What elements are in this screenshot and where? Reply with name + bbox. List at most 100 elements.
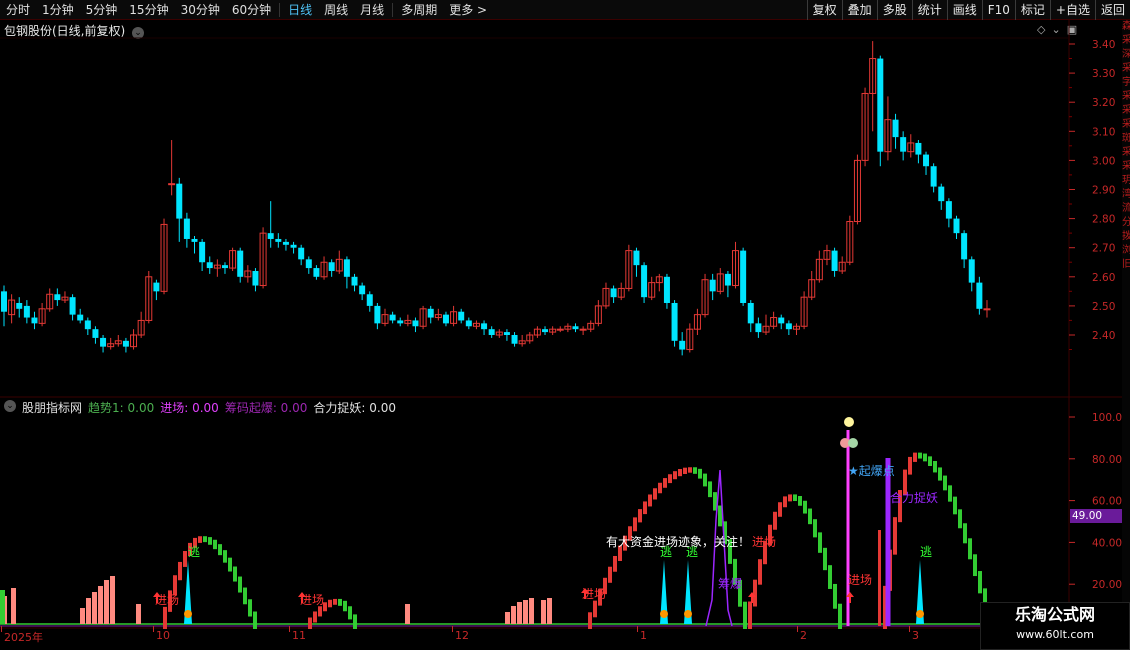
strip-char: 采 (1122, 119, 1130, 130)
price-axis-label: 2.40 (1092, 330, 1115, 342)
annotation-text: 逃 (188, 545, 200, 559)
indicator-axis-label: 40.00 (1092, 537, 1122, 549)
red-column (878, 530, 881, 626)
trend-segment (718, 505, 722, 527)
volume-bar (136, 604, 141, 624)
price-axis-label: 3.20 (1092, 97, 1115, 109)
candle-body-down (679, 340, 686, 350)
candle-body-down (458, 311, 465, 321)
candle-body-down (542, 329, 549, 333)
trend-segment (798, 496, 802, 506)
candle-body-down (938, 186, 945, 202)
annotation-text: 进场 (752, 535, 776, 549)
candle-body-down (290, 244, 297, 248)
candle-body-down (945, 201, 952, 219)
volume-bar (511, 606, 516, 624)
trend-segment (953, 496, 957, 515)
volume-bar (405, 604, 410, 624)
strip-char: 采 (1122, 63, 1130, 74)
price-axis-label: 2.80 (1092, 214, 1115, 226)
candle-body-down (183, 218, 190, 239)
candle-body-down (100, 337, 107, 347)
candle-body-down (503, 332, 510, 335)
volume-bar (110, 576, 115, 624)
ball-icon (848, 438, 858, 448)
trend-segment (978, 571, 982, 594)
trend-segment (933, 461, 937, 473)
candle-body-up (983, 308, 991, 311)
trend-segment (783, 496, 787, 508)
annotation-text: 进场 (848, 573, 872, 587)
strip-char: 旧 (1122, 259, 1130, 270)
volume-bar (92, 592, 97, 624)
date-label-6: 3 (912, 629, 919, 642)
price-axis-label: 3.40 (1092, 39, 1115, 51)
candle-body-down (282, 241, 289, 245)
trend-segment (893, 517, 897, 555)
trend-segment (938, 467, 942, 481)
candle-body-down (671, 302, 678, 341)
main-chart-canvas[interactable]: 3.40 3.30 3.20 3.10 3.00 2.90 2.80 2.70 2.60 2.50… (0, 0, 1130, 650)
trend-segment (943, 475, 947, 491)
candle-body-down (305, 259, 312, 269)
trend-segment (198, 536, 202, 543)
chevron-down-icon[interactable]: ⌄ (4, 400, 16, 412)
volume-bar-green (0, 590, 5, 624)
date-label-5: 2 (800, 629, 807, 642)
candle-body-down (176, 183, 183, 219)
watermark-logo: 乐淘公式网 www.60lt.com (980, 602, 1130, 650)
candle-body-down (1, 291, 7, 312)
candle-body-down (275, 238, 282, 242)
trend-segment (183, 551, 187, 567)
candle-body-down (465, 320, 472, 327)
candle-body-down (663, 276, 670, 303)
trend-segment (593, 600, 597, 618)
annotation-text: 有大资金进场迹象，关注！ (606, 534, 750, 549)
candle-body-down (488, 329, 495, 335)
candle-body-down (397, 320, 404, 324)
trend-segment (958, 509, 962, 529)
candle-body-down (366, 294, 373, 306)
date-tick (909, 626, 910, 632)
candle-body-down (359, 285, 366, 295)
candle-body-down (23, 305, 30, 318)
candle-body-down (206, 262, 213, 269)
candle-body-down (953, 218, 960, 234)
candle-body-down (84, 320, 91, 330)
trend-segment (918, 452, 922, 459)
indicator-name[interactable]: 股朋指标网 (22, 399, 82, 416)
trend-segment (928, 456, 932, 467)
strip-char: 采 (1122, 147, 1130, 158)
price-axis-label: 3.30 (1092, 68, 1115, 80)
trend-segment (748, 601, 752, 629)
candle-body-down (923, 154, 930, 167)
price-axis-label: 2.70 (1092, 243, 1115, 255)
candle-body-down (915, 142, 922, 155)
volume-bar (523, 600, 528, 624)
price-axis-label: 2.60 (1092, 272, 1115, 284)
trend-segment (353, 614, 357, 629)
trend-segment (328, 599, 332, 608)
trend-segment (643, 501, 647, 515)
candle-body-down (252, 270, 259, 286)
trend-segment (753, 579, 757, 607)
candle-body-down (328, 262, 335, 271)
trend-segment (973, 554, 977, 577)
candle-body-up (168, 183, 176, 186)
date-tick (153, 626, 154, 632)
candle-body-down (92, 329, 99, 338)
date-label-2: 11 (292, 629, 306, 642)
trend-segment (703, 473, 707, 487)
trend-segment (613, 555, 617, 572)
indicator-axis-label: 100.0 (1092, 412, 1122, 424)
strip-char: 采 (1122, 91, 1130, 102)
trend-segment (238, 576, 242, 593)
strip-char: 拨 (1122, 231, 1130, 242)
trend-segment (653, 488, 657, 500)
trend-segment (808, 508, 812, 525)
price-axis-label: 2.50 (1092, 301, 1115, 313)
date-tick (452, 626, 453, 632)
strip-char: 分 (1122, 217, 1130, 228)
candle-body-down (77, 314, 84, 321)
price-axis-label: 3.10 (1092, 126, 1115, 138)
